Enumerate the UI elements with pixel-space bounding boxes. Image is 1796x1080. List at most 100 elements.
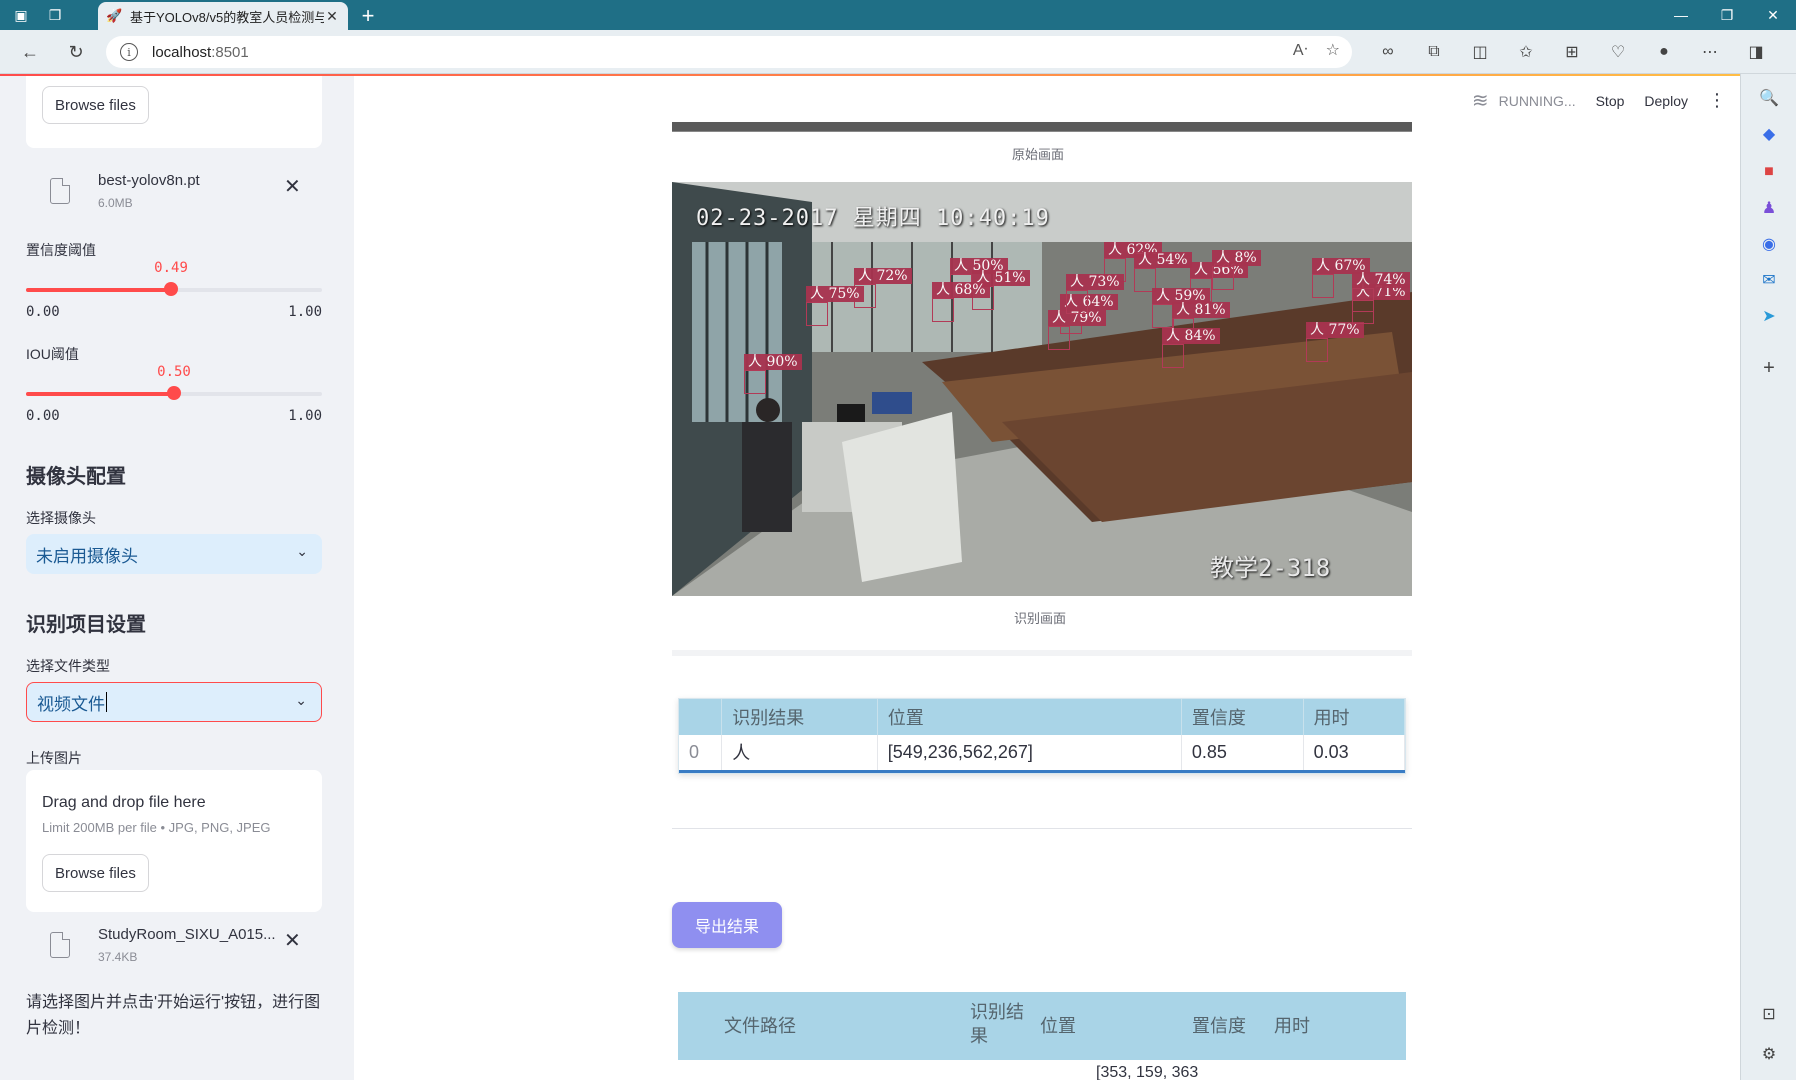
profile-avatar-icon[interactable]: ● [1644,36,1684,68]
export-results-button[interactable]: 导出结果 [672,902,782,948]
infinity-icon[interactable]: ∞ [1368,36,1408,68]
add-icon[interactable]: + [1757,356,1781,380]
result-table-header: 识别结果 位置 置信度 用时 [679,699,1406,735]
new-tab-button[interactable]: + [356,3,380,29]
log-header-path: 文件路径 [724,1016,796,1036]
browser-navbar: ← ↻ i localhost:8501 Aᐧ ☆ ∞ ⧉ ◫ ✩ ⊞ ♡ ● … [0,30,1796,74]
detection-box [1048,326,1070,350]
model-browse-button[interactable]: Browse files [42,86,149,124]
iou-slider-thumb[interactable] [167,386,181,400]
stop-button[interactable]: Stop [1596,93,1625,109]
model-file-size: 6.0MB [98,196,133,210]
workspaces-icon[interactable]: ▣ [8,2,34,28]
table-cell: [549,236,562,267] [877,735,1182,773]
screenshot-icon[interactable]: ⊡ [1757,1002,1781,1026]
detection-label: 人 73% [1066,274,1124,290]
browser-tab[interactable]: 🚀 基于YOLOv8/v5的教室人员检测与 ✕ [98,2,348,30]
original-image [672,122,1412,132]
favorites-icon[interactable]: ✩ [1506,36,1546,68]
limit-text: Limit 200MB per file • JPG, PNG, JPEG [42,820,271,835]
search-icon[interactable]: 🔍 [1757,86,1781,110]
outlook-icon[interactable]: ✉ [1757,268,1781,292]
more-menu-icon[interactable]: ⋯ [1690,36,1730,68]
split-screen-icon[interactable]: ◫ [1460,36,1500,68]
detection-box [1066,290,1088,314]
address-bar[interactable]: i localhost:8501 Aᐧ ☆ [106,36,1352,68]
filetype-select[interactable]: 视频文件 ⌄ [26,682,322,722]
detection-label: 人 77% [1306,322,1364,338]
image-browse-button[interactable]: Browse files [42,854,149,892]
conf-slider-track[interactable] [26,282,322,296]
chevron-down-icon: ⌄ [295,692,307,708]
result-header-cell[interactable]: 置信度 [1181,699,1304,735]
sidebar-toggle-icon[interactable]: ◨ [1736,36,1776,68]
remove-uploaded-file-icon[interactable]: ✕ [284,928,301,953]
table-cell: 人 [721,735,878,773]
iou-slider-max: 1.00 [288,408,322,424]
running-status-text: RUNNING... [1498,92,1576,109]
table-row[interactable]: 0 人 [549,236,562,267] 0.85 0.03 [679,735,1406,773]
uploaded-file-size: 37.4KB [98,950,138,964]
upload-label: 上传图片 [26,750,82,766]
browser-titlebar: ▣ ❐ 🚀 基于YOLOv8/v5的教室人员检测与 ✕ + — ❐ ✕ [0,0,1796,30]
drop-text: Drag and drop file here [42,794,206,811]
close-window-icon[interactable]: ✕ [1750,0,1796,30]
url-port: :8501 [211,43,249,61]
frame-timestamp: 02-23-2017 星期四 10:40:19 [696,206,1050,231]
iou-slider-track[interactable] [26,386,322,400]
games-icon[interactable]: ♟ [1757,196,1781,220]
original-caption: 原始画面 [1012,147,1065,162]
detection-box [1152,304,1174,328]
tag-icon[interactable]: ◆ [1757,122,1781,146]
tab-close-icon[interactable]: ✕ [324,8,340,25]
log-table[interactable]: 文件路径 识别结果 位置 置信度 用时 [353, 159, 363 [678,992,1406,1080]
favorite-star-icon[interactable]: ☆ [1326,40,1340,60]
result-header-cell[interactable]: 用时 [1303,699,1406,735]
settings-gear-icon[interactable]: ⚙ [1757,1042,1781,1066]
conf-slider-min: 0.00 [26,304,60,320]
restore-icon[interactable]: ❐ [1704,0,1750,30]
detection-image: 02-23-2017 星期四 10:40:19 教学2-318 人 90% 人 7… [672,182,1412,596]
send-icon[interactable]: ➤ [1757,304,1781,328]
site-info-icon[interactable]: i [120,43,138,61]
chevron-down-icon: ⌄ [296,543,308,559]
minimize-icon[interactable]: — [1658,0,1704,30]
file-icon [50,932,70,958]
model-uploader[interactable]: Browse files [26,76,322,148]
sidebar: Browse files best-yolov8n.pt 6.0MB ✕ 置信度… [0,76,354,1080]
extensions-icon[interactable]: ⧉ [1414,36,1454,68]
detection-label: 人 81% [1172,302,1230,318]
collections-icon[interactable]: ⊞ [1552,36,1592,68]
detection-box [1212,266,1234,290]
iou-slider[interactable]: 0.50 0.00 1.00 [26,364,322,424]
refresh-icon[interactable]: ↻ [56,36,96,68]
browser-essentials-icon[interactable]: ♡ [1598,36,1638,68]
result-header-cell[interactable] [679,699,723,735]
toolbar-icons: ∞ ⧉ ◫ ✩ ⊞ ♡ ● ⋯ ◨ [1368,36,1776,68]
toolbox-icon[interactable]: ■ [1757,160,1781,184]
remove-model-file-icon[interactable]: ✕ [284,174,301,199]
result-table[interactable]: 识别结果 位置 置信度 用时 0 人 [549,236,562,267] 0.85 0.03 [678,698,1406,774]
tab-title: 基于YOLOv8/v5的教室人员检测与 [130,9,324,25]
copilot-icon[interactable]: ◉ [1757,232,1781,256]
section-divider [672,828,1412,829]
read-aloud-icon[interactable]: Aᐧ [1293,40,1308,60]
rocket-favicon-icon: 🚀 [106,8,123,23]
image-uploader[interactable]: Drag and drop file here Limit 200MB per … [26,770,322,912]
model-file-row: best-yolov8n.pt 6.0MB ✕ [26,172,322,222]
result-header-cell[interactable]: 识别结果 [721,699,878,735]
conf-slider-thumb[interactable] [164,282,179,296]
detection-label: 人 90% [744,354,802,370]
camera-config-header: 摄像头配置 [26,466,126,488]
camera-select[interactable]: 未启用摄像头 ⌄ [26,534,322,574]
camera-select-value: 未启用摄像头 [36,546,138,566]
deploy-button[interactable]: Deploy [1644,93,1688,109]
result-header-cell[interactable]: 位置 [877,699,1182,735]
log-header-position: 位置 [1040,1016,1076,1036]
camera-select-label: 选择摄像头 [26,510,96,526]
back-icon[interactable]: ← [10,36,50,68]
main-menu-icon[interactable]: ⋮ [1708,90,1726,111]
streamlit-app: Browse files best-yolov8n.pt 6.0MB ✕ 置信度… [0,74,1740,1080]
conf-slider[interactable]: 0.49 0.00 1.00 [26,260,322,320]
tab-actions-icon[interactable]: ❐ [42,2,68,28]
